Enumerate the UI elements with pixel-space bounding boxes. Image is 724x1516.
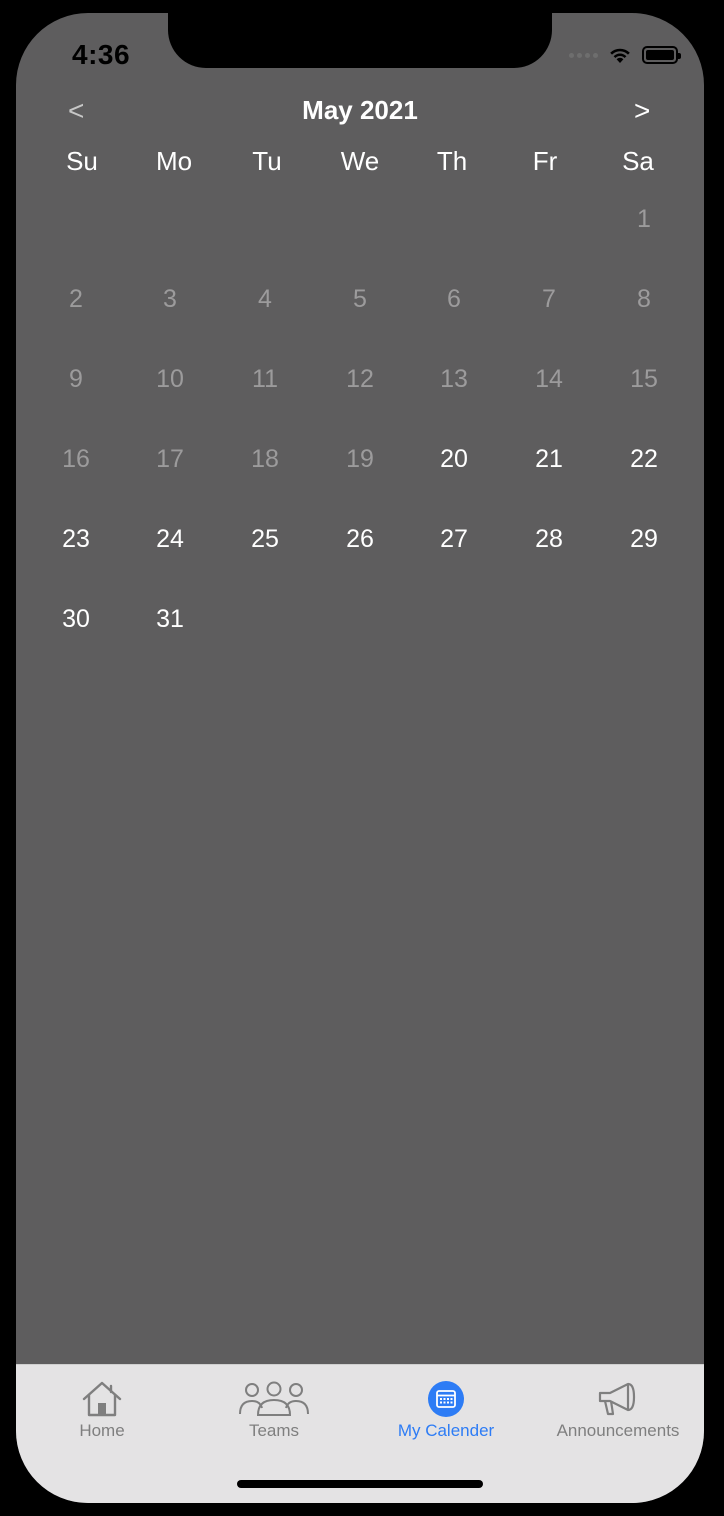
tab-home-label: Home: [79, 1421, 125, 1440]
calendar-day[interactable]: 6: [424, 279, 484, 319]
calendar-day[interactable]: 3: [140, 279, 200, 319]
calendar-day[interactable]: 23: [46, 519, 106, 559]
calendar-day[interactable]: 26: [330, 519, 390, 559]
calendar-day[interactable]: 16: [46, 439, 106, 479]
calendar-day[interactable]: 24: [140, 519, 200, 559]
calendar-day[interactable]: 29: [614, 519, 674, 559]
calendar-day[interactable]: 13: [424, 359, 484, 399]
calendar-day[interactable]: 4: [235, 279, 295, 319]
calendar-icon: [428, 1381, 464, 1417]
calendar-day[interactable]: 27: [424, 519, 484, 559]
calendar-day[interactable]: 5: [330, 279, 390, 319]
calendar-day[interactable]: 15: [614, 359, 674, 399]
calendar-day[interactable]: 9: [46, 359, 106, 399]
calendar-day[interactable]: 14: [519, 359, 579, 399]
house-icon: [82, 1381, 122, 1417]
calendar-day[interactable]: 28: [519, 519, 579, 559]
tab-my-calender[interactable]: My Calender: [360, 1379, 532, 1449]
calendar-day-grid: 1 2 3 4 5 6 7 8 9 10 11 12 13 14 15 16 17 18 19 20 21 22 23 24 2…: [16, 13, 704, 713]
calendar-day[interactable]: 2: [46, 279, 106, 319]
calendar-day[interactable]: 19: [330, 439, 390, 479]
calendar-day[interactable]: 10: [140, 359, 200, 399]
calendar-day[interactable]: 12: [330, 359, 390, 399]
calendar-day[interactable]: 31: [140, 599, 200, 639]
calendar-day[interactable]: 30: [46, 599, 106, 639]
calendar-day[interactable]: 21: [519, 439, 579, 479]
people-icon: [239, 1381, 309, 1416]
calendar-day[interactable]: 11: [235, 359, 295, 399]
calendar-day[interactable]: 20: [424, 439, 484, 479]
calendar-day[interactable]: 18: [235, 439, 295, 479]
calendar-day[interactable]: 17: [140, 439, 200, 479]
tab-teams-label: Teams: [248, 1421, 300, 1440]
tab-my-calender-label: My Calender: [397, 1421, 495, 1440]
tab-teams[interactable]: Teams: [188, 1379, 360, 1449]
calendar-day[interactable]: 25: [235, 519, 295, 559]
calendar-day[interactable]: 8: [614, 279, 674, 319]
calendar-day[interactable]: 22: [614, 439, 674, 479]
phone-screen: 4:36 < May 2021 > Su Mo Tu We Th Fr Sa 1…: [16, 13, 704, 1503]
calendar-day[interactable]: 1: [614, 199, 674, 239]
megaphone-icon: [598, 1382, 636, 1416]
calendar-day[interactable]: 7: [519, 279, 579, 319]
tab-announcements-label: Announcements: [556, 1421, 680, 1440]
tab-home[interactable]: Home: [16, 1379, 188, 1449]
tab-announcements[interactable]: Announcements: [532, 1379, 704, 1449]
home-indicator: [237, 1480, 483, 1488]
